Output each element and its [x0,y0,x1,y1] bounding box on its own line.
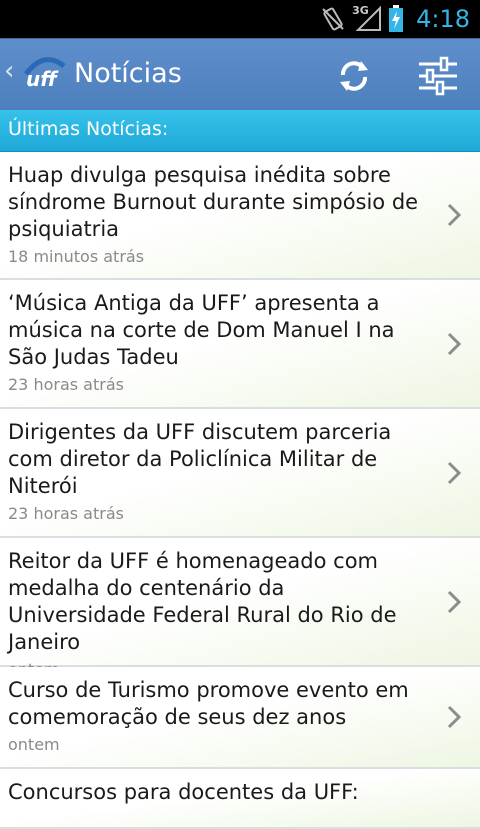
news-time: 23 horas atrás [8,375,124,394]
news-headline: Curso de Turismo promove evento em comem… [8,678,409,729]
news-time: 18 minutos atrás [8,247,145,266]
chevron-right-icon [447,590,462,613]
section-header: Últimas Notícias: [0,110,480,152]
battery-charging-icon [389,5,404,32]
status-bar: 3G 4:18 [0,0,480,38]
vibrate-icon [322,7,344,31]
chevron-right-icon [447,461,462,484]
action-bar: ‹ uff Notícias [0,38,480,110]
up-navigation-icon[interactable]: ‹ [4,56,14,86]
list-item[interactable]: ‘Música Antiga da UFF’ apresenta a músic… [0,280,480,409]
news-list: Huap divulga pesquisa inédita sobre sínd… [0,152,480,829]
app-logo[interactable]: uff [20,54,68,94]
chevron-right-icon [447,332,462,355]
chevron-right-icon [447,203,462,227]
news-time: ontem [8,735,60,754]
news-headline: Dirigentes da UFF discutem parceria com … [8,420,392,498]
news-headline: Huap divulga pesquisa inédita sobre sínd… [8,163,419,241]
list-item[interactable]: Curso de Turismo promove evento em comem… [0,667,480,769]
news-time: 23 horas atrás [8,504,124,523]
news-headline: ‘Música Antiga da UFF’ apresenta a músic… [8,291,395,369]
list-item[interactable]: Dirigentes da UFF discutem parceria com … [0,409,480,538]
sliders-icon [419,56,457,96]
news-headline: Concursos para docentes da UFF: [8,780,359,804]
news-headline: Reitor da UFF é homenageado com medalha … [8,549,397,654]
list-item[interactable]: Concursos para docentes da UFF: [0,769,480,829]
svg-text:uff: uff [26,67,59,91]
section-title: Últimas Notícias: [8,118,169,140]
list-item[interactable]: Huap divulga pesquisa inédita sobre sínd… [0,152,480,280]
refresh-icon [340,61,368,91]
clock: 4:18 [416,5,470,33]
refresh-button[interactable] [330,52,378,100]
page-title: Notícias [74,58,182,89]
signal-icon: 3G [352,4,382,32]
list-item[interactable]: Reitor da UFF é homenageado com medalha … [0,538,480,679]
chevron-right-icon [447,705,462,729]
settings-button[interactable] [414,52,462,100]
